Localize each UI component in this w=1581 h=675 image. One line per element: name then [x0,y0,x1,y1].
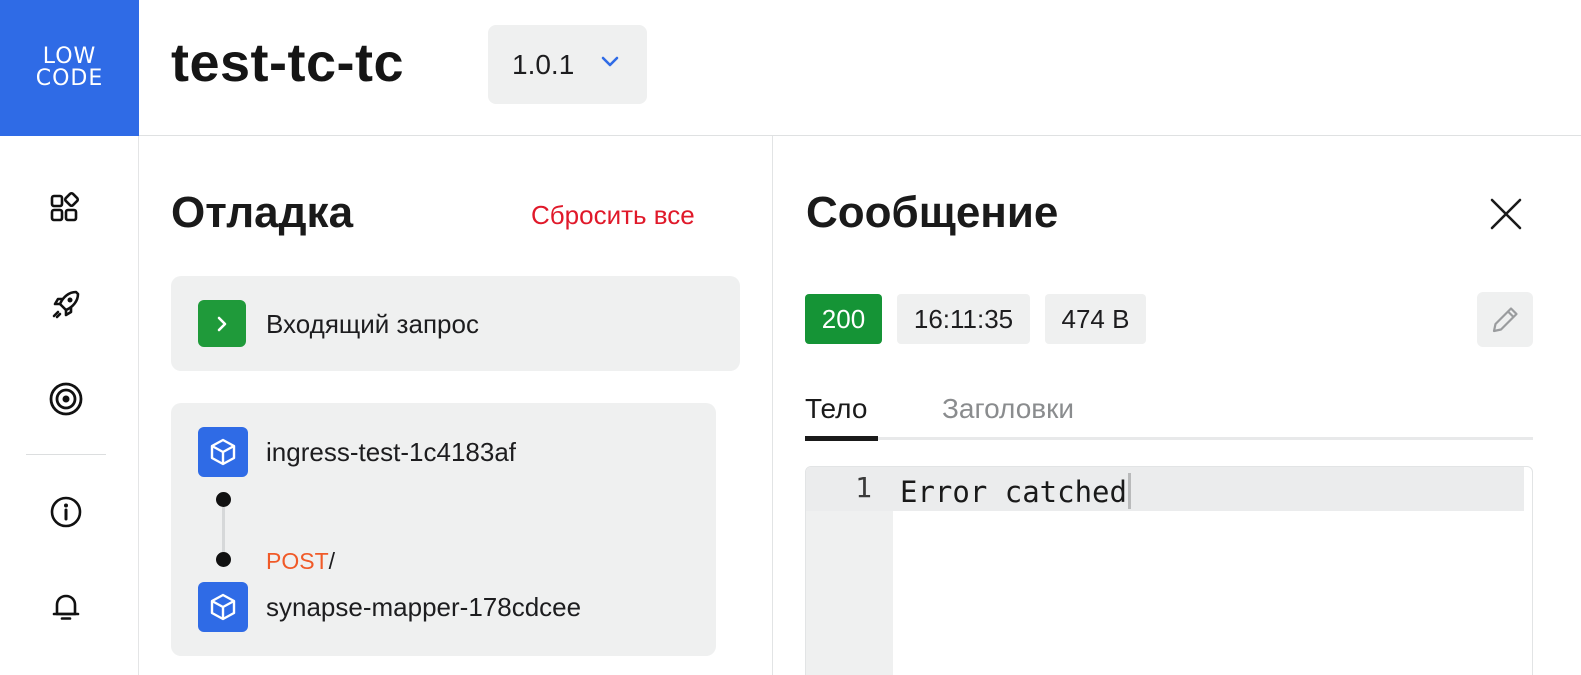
target-service-label[interactable]: synapse-mapper-178cdcee [266,592,581,623]
chevron-right-icon [217,316,227,331]
chevron-down-icon [601,56,619,67]
status-badge: 200 [805,294,882,344]
sidebar-item-debug[interactable] [46,379,86,419]
logo-line-1: LOW [42,44,97,69]
close-icon[interactable] [1486,194,1526,234]
page-title: test-tc-tc [171,33,405,93]
code-line[interactable]: Error catched [900,473,1131,509]
sidebar-item-notifications[interactable] [46,587,86,627]
info-icon [50,496,82,528]
chain-dot-start [216,492,231,507]
incoming-badge [198,300,246,347]
active-tab-indicator [805,436,878,441]
version-value: 1.0.1 [512,48,575,80]
debug-title: Отладка [171,188,354,237]
incoming-request-label: Входящий запрос [266,309,479,339]
message-title: Сообщение [806,188,1059,237]
chain-connector [222,507,225,557]
text-caret [1127,473,1131,509]
logo-line-2: CODE [35,66,104,91]
cube-icon [210,438,236,466]
app-logo[interactable]: LOW CODE [0,0,139,136]
apps-grid-icon [50,191,80,222]
timestamp-badge: 16:11:35 [897,294,1030,344]
code-editor[interactable]: 1 Error catched [805,466,1533,675]
target-service-badge [198,582,248,632]
sidebar-divider [26,454,106,455]
edit-button[interactable] [1477,292,1533,347]
bell-icon [52,594,80,620]
sidebar-item-info[interactable] [46,492,86,532]
line-number: 1 [855,471,872,504]
debug-panel: Отладка Сбросить все Входящий запрос ing… [139,136,773,675]
request-method: POST/ [266,548,335,575]
tab-body[interactable]: Тело [805,393,867,425]
source-service-badge [198,427,248,477]
sidebar [0,136,139,675]
chain-dot-end [216,552,231,567]
http-method: POST [266,548,329,574]
cube-icon [210,593,236,621]
reset-all-button[interactable]: Сбросить все [531,200,695,231]
tabs-track [805,437,1533,440]
request-chain: ingress-test-1c4183af POST/ synapse-mapp… [171,403,716,656]
sidebar-item-apps[interactable] [46,188,86,228]
rocket-icon [52,290,80,319]
request-path: / [328,548,336,574]
sidebar-item-deploy[interactable] [46,284,86,324]
message-panel: Сообщение 200 16:11:35 474 B Тело Заголо… [773,136,1581,675]
incoming-request-item[interactable]: Входящий запрос [171,276,740,371]
pencil-icon [1492,306,1518,332]
tab-headers[interactable]: Заголовки [942,393,1074,425]
version-select[interactable]: 1.0.1 [488,25,647,104]
source-service-label[interactable]: ingress-test-1c4183af [266,437,516,468]
target-icon [49,382,83,416]
code-text: Error catched [900,475,1127,509]
size-badge: 474 B [1045,294,1146,344]
